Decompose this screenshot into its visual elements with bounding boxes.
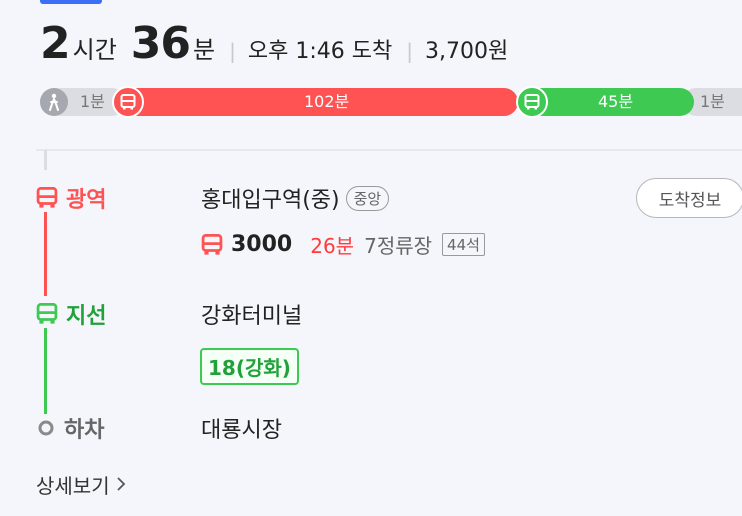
direction-badge: 중앙 xyxy=(345,185,390,211)
step-transfer-type: 지선 xyxy=(66,304,107,329)
route-info: 3000 26분 7정류장 44석 xyxy=(201,230,485,259)
transfer-stop-name[interactable]: 강화터미널 xyxy=(201,298,302,330)
segment-bus-red: 102분 xyxy=(114,88,518,116)
segment-bus-green-label: 45분 xyxy=(598,92,634,111)
summary-separator: | xyxy=(406,39,413,63)
duration-hours: 2 xyxy=(40,18,71,69)
ring-dot-icon xyxy=(38,420,54,436)
duration-minutes-unit: 분 xyxy=(193,36,216,64)
bus-route-number[interactable]: 3000 xyxy=(231,232,292,257)
alight-stop-name[interactable]: 대룡시장 xyxy=(201,412,282,444)
board-stop-name[interactable]: 홍대입구역(중) xyxy=(201,182,340,214)
detail-link-label: 상세보기 xyxy=(36,474,110,498)
step-alight-type: 하차 xyxy=(64,418,105,443)
route-badge[interactable]: 18(강화) xyxy=(200,348,299,385)
step-transfer-label: 지선 xyxy=(36,298,106,330)
bus-icon xyxy=(112,86,144,118)
segment-walk-end-label: 1분 xyxy=(700,92,725,111)
segment-walk-start-label: 1분 xyxy=(80,92,105,111)
route-summary: 2 시간 36 분 | 오후 1:46 도착 | 3,700원 xyxy=(40,18,508,70)
alight-stop: 대룡시장 xyxy=(201,412,282,444)
stop-count: 7정류장 xyxy=(364,234,433,258)
bus-icon xyxy=(36,303,58,324)
walking-person-icon xyxy=(40,88,68,116)
arrival-time: 오후 1:46 도착 xyxy=(247,39,393,64)
bus-icon xyxy=(36,187,58,208)
chevron-right-icon xyxy=(116,473,126,497)
bus-icon xyxy=(201,233,223,255)
timeline-rail-red xyxy=(44,212,47,296)
timeline-rail-walk xyxy=(44,150,47,170)
step-board-label: 광역 xyxy=(36,182,106,214)
timeline-rail-green xyxy=(44,328,47,414)
bus-arrival-minutes: 26분 xyxy=(310,234,355,258)
top-accent-bar xyxy=(40,0,102,4)
bus-icon xyxy=(516,86,548,118)
step-board-type: 광역 xyxy=(66,188,107,213)
duration-hours-unit: 시간 xyxy=(72,36,117,64)
fare: 3,700원 xyxy=(424,39,509,64)
duration-minutes: 36 xyxy=(130,18,191,69)
seat-badge: 44석 xyxy=(442,233,485,256)
transfer-stop: 강화터미널 xyxy=(201,298,302,330)
segment-bus-red-label: 102분 xyxy=(304,92,350,111)
summary-separator: | xyxy=(229,39,236,63)
divider xyxy=(36,149,742,151)
arrival-info-button[interactable]: 도착정보 xyxy=(636,178,742,218)
step-alight-label: 하차 xyxy=(36,412,104,444)
detail-link[interactable]: 상세보기 xyxy=(36,470,126,499)
board-stop: 홍대입구역(중) 중앙 xyxy=(201,182,390,214)
